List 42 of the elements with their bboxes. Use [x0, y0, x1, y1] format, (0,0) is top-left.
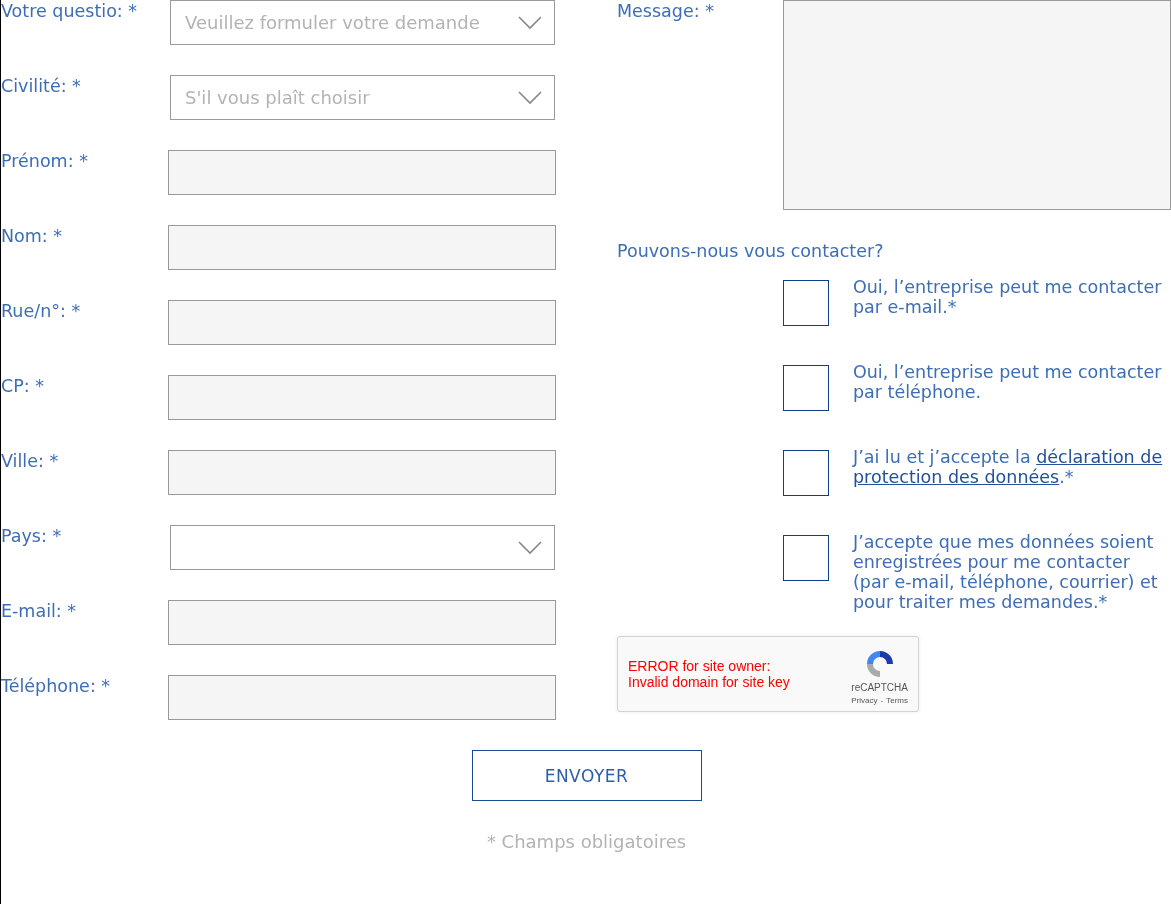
field-label: Rue/n°: * [1, 300, 82, 323]
field-label: Message: * [617, 0, 715, 23]
privacy-link[interactable]: déclaration de [1036, 447, 1163, 467]
checkbox-label: Oui, l’entreprise peut me contacter par téléphone. [853, 362, 1163, 404]
checkbox-label: J’ai lu et j’accepte la déclaration de protection des données.* [853, 447, 1164, 489]
field-label: Nom: * [1, 225, 64, 248]
field-label: Ville: * [1, 450, 60, 473]
text-field[interactable] [168, 375, 556, 420]
error-message: Invalid domain for site key [628, 674, 790, 690]
checkbox[interactable] [783, 535, 829, 581]
checkbox[interactable] [783, 365, 829, 411]
captcha-brand: reCAPTCHA [851, 681, 908, 693]
chevron-down-icon [518, 540, 542, 555]
field-label: Téléphone: * [1, 675, 112, 698]
field-label: Pays: * [1, 525, 63, 548]
checkbox-label: J’accepte que mes données soient enregistrées pour me contacter (par e-mail, téléphone, courrier) et pour traiter mes demandes.* [853, 532, 1159, 612]
select-field[interactable] [170, 525, 555, 570]
text-field[interactable] [168, 300, 556, 345]
chevron-down-icon [518, 90, 542, 105]
text-field[interactable] [168, 600, 556, 645]
text-field[interactable] [168, 450, 556, 495]
field-label: Prénom: * [1, 150, 89, 173]
checkbox[interactable] [783, 450, 829, 496]
message-field[interactable] [783, 0, 1171, 210]
field-label: E-mail: * [1, 600, 78, 623]
field-label: Votre questio: * [1, 0, 139, 23]
chevron-down-icon [518, 15, 542, 30]
question-label: Pouvons-nous vous contacter? [617, 240, 885, 262]
privacy-link[interactable]: Privacy [851, 695, 878, 705]
field-label: Civilité: * [1, 75, 82, 98]
text-field[interactable] [168, 225, 556, 270]
text-field[interactable] [168, 675, 556, 720]
required-note: * Champs obligatoires [486, 831, 687, 852]
field-label: CP: * [1, 375, 45, 398]
separator: - [880, 695, 884, 705]
submit-button[interactable]: ENVOYER [471, 750, 702, 801]
error-message: ERROR for site owner: [628, 658, 772, 674]
checkbox[interactable] [783, 280, 829, 326]
checkbox-label: Oui, l’entreprise peut me contacter par e-mail.* [853, 277, 1163, 319]
privacy-link[interactable]: protection des données [853, 467, 1060, 487]
text-field[interactable] [168, 150, 556, 195]
terms-link[interactable]: Terms [886, 695, 908, 705]
